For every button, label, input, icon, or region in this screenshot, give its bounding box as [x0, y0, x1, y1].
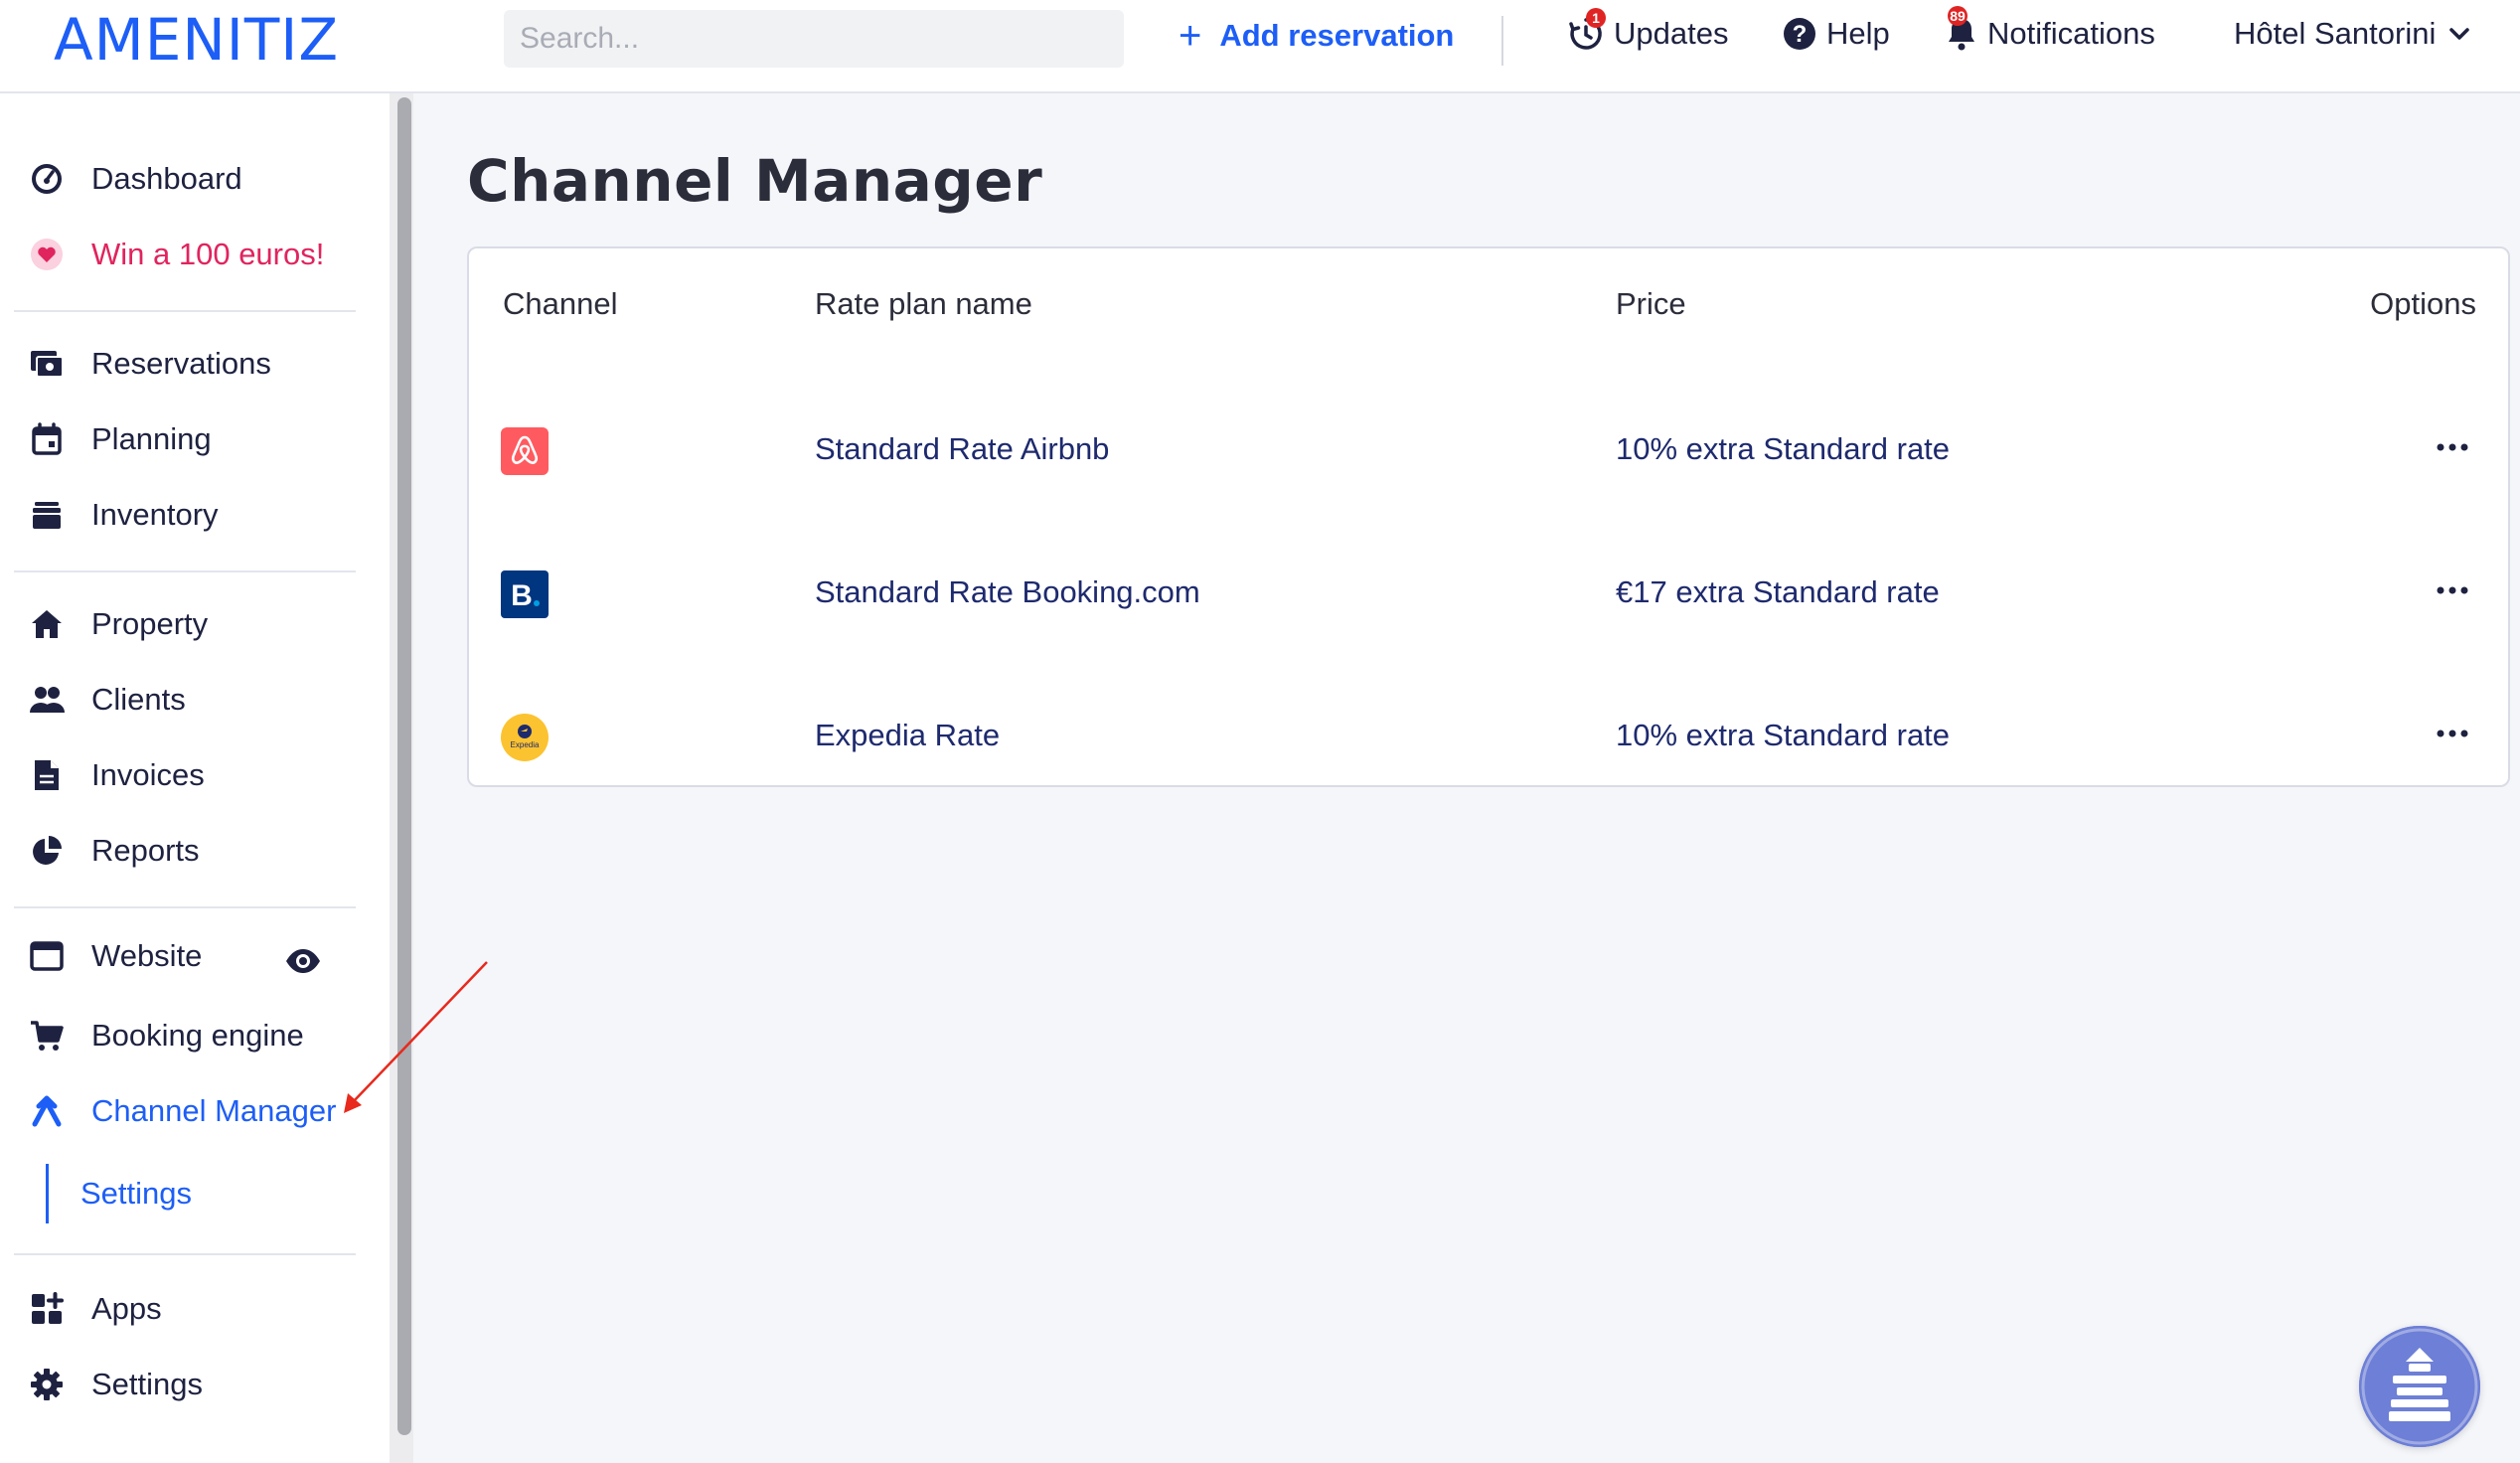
updates-button[interactable]: 1 Updates — [1568, 8, 1729, 52]
preview-website-eye-icon[interactable] — [284, 945, 322, 982]
sidebar-item-inventory[interactable]: Inventory — [28, 496, 219, 534]
sidebar-item-label: Reports — [91, 833, 200, 868]
rate-plan-link[interactable]: Standard Rate Airbnb — [815, 431, 1109, 467]
notifications-label: Notifications — [1987, 16, 2155, 51]
sidebar-item-website[interactable]: Website — [28, 937, 202, 975]
rate-plan-price: 10% extra Standard rate — [1616, 431, 1951, 466]
users-icon — [28, 681, 66, 719]
sidebar-divider — [14, 1253, 356, 1255]
sidebar-item-label: Dashboard — [91, 161, 242, 196]
sidebar-item-label: Clients — [91, 682, 186, 717]
table-row: Expedia Expedia Rate 10% extra Standard … — [469, 692, 2508, 781]
sidebar-subitem-label: Settings — [80, 1176, 193, 1211]
sidebar-item-label: Apps — [91, 1291, 162, 1326]
sidebar-item-label: Channel Manager — [91, 1093, 337, 1128]
sidebar-item-booking-engine[interactable]: Booking engine — [28, 1017, 304, 1055]
heart-icon — [28, 236, 66, 273]
search-input[interactable] — [504, 10, 1124, 68]
channel-manager-icon — [28, 1092, 66, 1130]
booking-logo-icon: B — [501, 570, 549, 618]
sidebar-item-apps[interactable]: Apps — [28, 1290, 162, 1328]
topbar-divider — [1501, 16, 1503, 66]
history-icon: 1 — [1568, 8, 1606, 52]
sidebar-item-label: Inventory — [91, 497, 219, 532]
sidebar-divider — [14, 310, 356, 312]
sidebar-item-channel-manager[interactable]: Channel Manager — [28, 1092, 336, 1130]
updates-badge: 1 — [1586, 8, 1606, 28]
sidebar-item-planning[interactable]: Planning — [28, 420, 212, 458]
top-bar: AMENITIZ + Add reservation 1 Updates ? H… — [0, 0, 2520, 93]
table-row: Standard Rate Airbnb 10% extra Standard … — [469, 406, 2508, 495]
sidebar-item-label: Reservations — [91, 346, 271, 381]
page-title: Channel Manager — [467, 147, 1043, 215]
help-icon: ? — [1784, 18, 1815, 50]
sidebar-divider — [14, 570, 356, 572]
rate-plan-link[interactable]: Expedia Rate — [815, 718, 1000, 753]
rate-plan-price: €17 extra Standard rate — [1616, 574, 1940, 609]
expedia-logo-text: Expedia — [511, 740, 540, 749]
sidebar-item-label: Booking engine — [91, 1018, 304, 1053]
sidebar-item-settings[interactable]: Settings — [28, 1366, 203, 1403]
browser-window-icon — [28, 937, 66, 975]
sidebar-item-reservations[interactable]: Reservations — [28, 345, 271, 383]
expedia-logo-icon: Expedia — [501, 714, 549, 761]
sidebar-item-label: Website — [91, 938, 203, 973]
rate-plan-link[interactable]: Standard Rate Booking.com — [815, 574, 1200, 610]
column-header-channel: Channel — [503, 286, 618, 321]
column-header-options: Options — [2370, 286, 2476, 321]
sidebar-divider — [14, 906, 356, 908]
annotation-arrow — [344, 961, 488, 1113]
sidebar-item-label: Win a 100 euros! — [91, 237, 325, 271]
invoice-icon — [28, 756, 66, 794]
svg-text:B: B — [511, 579, 533, 612]
plus-icon: + — [1179, 14, 1202, 58]
airbnb-logo-icon — [501, 427, 549, 475]
pie-chart-icon — [28, 832, 66, 870]
notifications-badge: 89 — [1948, 6, 1968, 26]
sidebar-item-reports[interactable]: Reports — [28, 832, 200, 870]
column-header-rate-plan: Rate plan name — [815, 286, 1032, 321]
chat-widget-button[interactable] — [2359, 1326, 2480, 1447]
sidebar-item-dashboard[interactable]: Dashboard — [28, 160, 242, 198]
apps-icon — [28, 1290, 66, 1328]
updates-label: Updates — [1614, 16, 1729, 51]
sidebar-item-promo[interactable]: Win a 100 euros! — [28, 236, 324, 273]
hotel-name: Hôtel Santorini — [2234, 16, 2437, 51]
help-button[interactable]: ? Help — [1783, 16, 1890, 52]
chevron-down-icon — [2449, 28, 2470, 40]
more-options-icon[interactable] — [2433, 570, 2472, 610]
add-reservation-button[interactable]: + Add reservation — [1179, 16, 1454, 56]
svg-text:?: ? — [1793, 21, 1808, 48]
sidebar-item-label: Settings — [91, 1367, 204, 1401]
help-label: Help — [1826, 16, 1890, 51]
gear-icon — [28, 1366, 66, 1403]
sidebar-subitem-channel-settings[interactable]: Settings — [46, 1164, 192, 1223]
sidebar-scrollbar-thumb[interactable] — [397, 97, 411, 1435]
notifications-button[interactable]: 89 Notifications — [1946, 6, 2155, 52]
pagoda-icon — [2359, 1326, 2480, 1447]
sidebar-item-clients[interactable]: Clients — [28, 681, 186, 719]
calendar-icon — [28, 420, 66, 458]
bell-icon: 89 — [1946, 6, 1977, 52]
reservations-icon — [28, 345, 66, 383]
rate-plans-table: Channel Rate plan name Price Options Sta… — [467, 246, 2510, 787]
gauge-icon — [28, 160, 66, 198]
hotel-selector[interactable]: Hôtel Santorini — [2234, 16, 2471, 52]
more-options-icon[interactable] — [2433, 427, 2472, 467]
sidebar-item-label: Invoices — [91, 757, 205, 792]
sidebar-item-invoices[interactable]: Invoices — [28, 756, 205, 794]
add-reservation-label: Add reservation — [1219, 18, 1455, 53]
sidebar-item-label: Planning — [91, 421, 212, 456]
amenitiz-logo[interactable]: AMENITIZ — [54, 6, 339, 74]
column-header-price: Price — [1616, 286, 1686, 321]
table-row: B Standard Rate Booking.com €17 extra St… — [469, 549, 2508, 638]
sidebar-item-property[interactable]: Property — [28, 605, 208, 643]
cart-icon — [28, 1017, 66, 1055]
inventory-icon — [28, 496, 66, 534]
more-options-icon[interactable] — [2433, 714, 2472, 753]
home-icon — [28, 605, 66, 643]
sidebar-item-label: Property — [91, 606, 209, 641]
rate-plan-price: 10% extra Standard rate — [1616, 718, 1951, 752]
